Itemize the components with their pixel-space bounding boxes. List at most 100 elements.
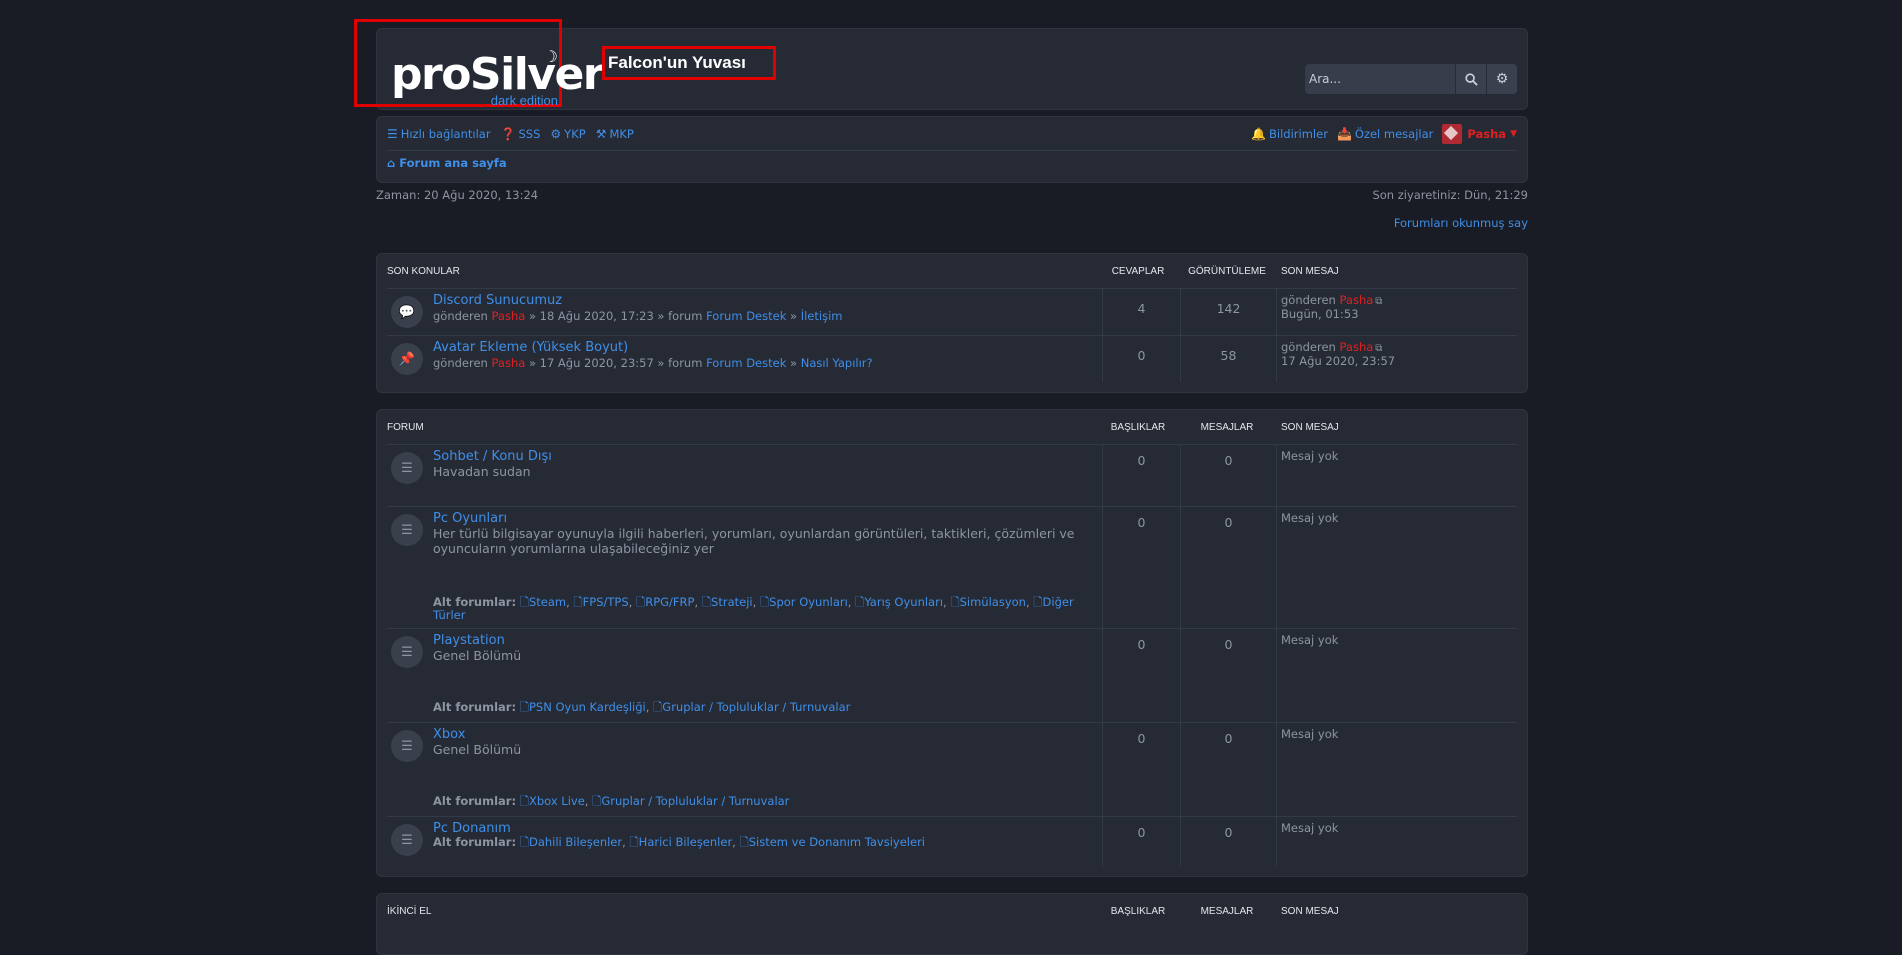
advanced-search-button[interactable]: ⚙ [1487, 64, 1517, 94]
forum-title[interactable]: Playstation [433, 633, 1092, 648]
user-menu[interactable]: Pasha ▼ [1442, 123, 1517, 144]
forum-title[interactable]: Sohbet / Konu Dışı [433, 449, 1092, 464]
last-post-column-header: SON MESAJ [1281, 905, 1339, 917]
subforum-link[interactable]: 🗋RPG/FRP [636, 595, 695, 609]
topic-subforum-link[interactable]: İletişim [801, 309, 843, 323]
posts-count: 0 [1181, 817, 1277, 867]
private-messages-link[interactable]: 📥 Özel mesajlar [1337, 127, 1433, 141]
forum-title[interactable]: Xbox [433, 727, 1092, 742]
subforum-link[interactable]: 🗋Xbox Live [520, 794, 585, 808]
goto-last-post-icon[interactable]: ⧉ [1375, 343, 1382, 354]
subforum-link[interactable]: 🗋Yarış Oyunları [855, 595, 943, 609]
topics-count: 0 [1103, 629, 1181, 722]
subforum-link[interactable]: 🗋Spor Oyunları [760, 595, 848, 609]
views-count: 142 [1181, 289, 1277, 335]
subforum-link[interactable]: 🗋Gruplar / Topluluklar / Turnuvalar [653, 700, 850, 714]
comment-icon: 💬 [391, 296, 423, 328]
forum-block: FORUM BAŞLIKLAR MESAJLAR SON MESAJ ☰ Soh… [376, 409, 1528, 877]
search-input[interactable] [1305, 64, 1455, 94]
last-post-user[interactable]: Pasha [1340, 340, 1374, 354]
topic-author[interactable]: Pasha [492, 356, 526, 370]
topic-main: Avatar Ekleme (Yüksek Boyut) gönderen Pa… [433, 336, 1103, 382]
search-button[interactable] [1456, 64, 1486, 94]
avatar [1442, 123, 1463, 144]
topic-author[interactable]: Pasha [492, 309, 526, 323]
topic-forum-link[interactable]: Forum Destek [706, 356, 786, 370]
topics-column-header: BAŞLIKLAR [1110, 421, 1166, 433]
no-posts: Mesaj yok [1281, 727, 1339, 741]
list-icon: ☰ [391, 636, 423, 668]
topic-title[interactable]: Avatar Ekleme (Yüksek Boyut) [433, 340, 1092, 355]
forum-row: ☰ Playstation Genel Bölümü Alt forumlar:… [387, 628, 1517, 722]
faq-link[interactable]: ❓ SSS [501, 127, 541, 141]
ucp-link[interactable]: ⚙ YKP [550, 127, 585, 141]
posts-count: 0 [1181, 723, 1277, 816]
recent-topics-header: SON KONULAR CEVAPLAR GÖRÜNTÜLEME SON MES… [387, 254, 1517, 288]
second-hand-header: İKİNCİ EL BAŞLIKLAR MESAJLAR SON MESAJ [387, 894, 1517, 928]
site-logo[interactable]: proSilver ☽ dark edition [391, 47, 605, 109]
bell-icon: 🔔 [1251, 126, 1267, 141]
topic-date: » 17 Ağu 2020, 23:57 » forum [528, 356, 703, 370]
menu-icon: ☰ [387, 126, 398, 141]
moon-icon: ☽ [543, 47, 558, 66]
posts-count: 0 [1181, 445, 1277, 506]
topic-row: 💬 Discord Sunucumuz gönderen Pasha » 18 … [387, 288, 1517, 335]
topic-row: 📌 Avatar Ekleme (Yüksek Boyut) gönderen … [387, 335, 1517, 382]
last-post: gönderen Pasha ⧉ 17 Ağu 2020, 23:57 [1277, 336, 1517, 382]
recent-topics-block: SON KONULAR CEVAPLAR GÖRÜNTÜLEME SON MES… [376, 253, 1528, 393]
forum-title[interactable]: Pc Donanım [433, 821, 1092, 836]
subforum-link[interactable]: 🗋Sistem ve Donanım Tavsiyeleri [739, 835, 925, 849]
notifications-label: Bildirimler [1269, 126, 1328, 141]
forum-header: FORUM BAŞLIKLAR MESAJLAR SON MESAJ [387, 410, 1517, 444]
forum-row: ☰ Xbox Genel Bölümü Alt forumlar: 🗋Xbox … [387, 722, 1517, 816]
mark-forums-read-link[interactable]: Forumları okunmuş say [376, 216, 1528, 230]
subforum-link[interactable]: 🗋Harici Bileşenler [629, 835, 732, 849]
last-post-user[interactable]: Pasha [1340, 293, 1374, 307]
forum-heading: FORUM [387, 421, 424, 433]
topic-meta: gönderen Pasha » 18 Ağu 2020, 17:23 » fo… [433, 309, 1092, 323]
topics-column-header: BAŞLIKLAR [1110, 905, 1166, 917]
mcp-link[interactable]: ⚒ MKP [596, 127, 634, 141]
replies-column-header: CEVAPLAR [1111, 265, 1165, 277]
subforum-link[interactable]: 🗋Simülasyon [950, 595, 1026, 609]
subforum-link[interactable]: 🗋FPS/TPS [573, 595, 628, 609]
forum-main: Pc Donanım Alt forumlar: 🗋Dahili Bileşen… [433, 817, 1103, 867]
subforum-link[interactable]: 🗋Strateji [702, 595, 753, 609]
forum-index-link[interactable]: Forum ana sayfa [399, 156, 506, 170]
subforum-link[interactable]: 🗋Steam [520, 595, 566, 609]
topic-sep: » [790, 356, 798, 370]
second-hand-heading: İKİNCİ EL [387, 905, 432, 917]
subforum-link[interactable]: 🗋PSN Oyun Kardeşliği [520, 700, 646, 714]
replies-count: 4 [1103, 289, 1181, 335]
last-post-by: gönderen [1281, 340, 1336, 354]
subforum-link[interactable]: 🗋Gruplar / Topluluklar / Turnuvalar [592, 794, 789, 808]
quick-links-menu[interactable]: ☰ Hızlı bağlantılar [387, 127, 491, 141]
search-box: ⚙ [1305, 64, 1517, 94]
topic-by: gönderen [433, 356, 488, 370]
goto-last-post-icon[interactable]: ⧉ [1375, 296, 1382, 307]
topic-title[interactable]: Discord Sunucumuz [433, 293, 1092, 308]
subforum-link[interactable]: 🗋Dahili Bileşenler [520, 835, 622, 849]
site-name: Falcon'un Yuvası [608, 53, 746, 72]
subforums-label: Alt forumlar: [433, 794, 517, 808]
topic-subforum-link[interactable]: Nasıl Yapılır? [801, 356, 873, 370]
topic-forum-link[interactable]: Forum Destek [706, 309, 786, 323]
mcp-label: MKP [609, 126, 634, 141]
time-bar: Zaman: 20 Ağu 2020, 13:24 Son ziyaretini… [376, 188, 1528, 202]
subforums: Alt forumlar: 🗋PSN Oyun Kardeşliği, 🗋Gru… [433, 700, 851, 714]
topics-count: 0 [1103, 507, 1181, 628]
topics-count: 0 [1103, 445, 1181, 506]
no-posts: Mesaj yok [1281, 511, 1339, 525]
forum-description: Genel Bölümü [433, 742, 522, 757]
forum-description: Havadan sudan [433, 464, 531, 479]
subforums: Alt forumlar: 🗋Xbox Live, 🗋Gruplar / Top… [433, 794, 790, 808]
topic-sep: » [790, 309, 798, 323]
user-nav: 🔔 Bildirimler 📥 Özel mesajlar Pasha ▼ [1242, 123, 1517, 144]
forum-description: Her türlü bilgisayar oyunuyla ilgili hab… [433, 526, 1075, 556]
pin-icon: 📌 [391, 343, 423, 375]
caret-down-icon: ▼ [1510, 128, 1517, 139]
notifications-link[interactable]: 🔔 Bildirimler [1251, 127, 1328, 141]
forum-title[interactable]: Pc Oyunları [433, 511, 1092, 526]
username: Pasha [1467, 126, 1507, 141]
forum-main: Sohbet / Konu Dışı Havadan sudan [433, 445, 1103, 506]
